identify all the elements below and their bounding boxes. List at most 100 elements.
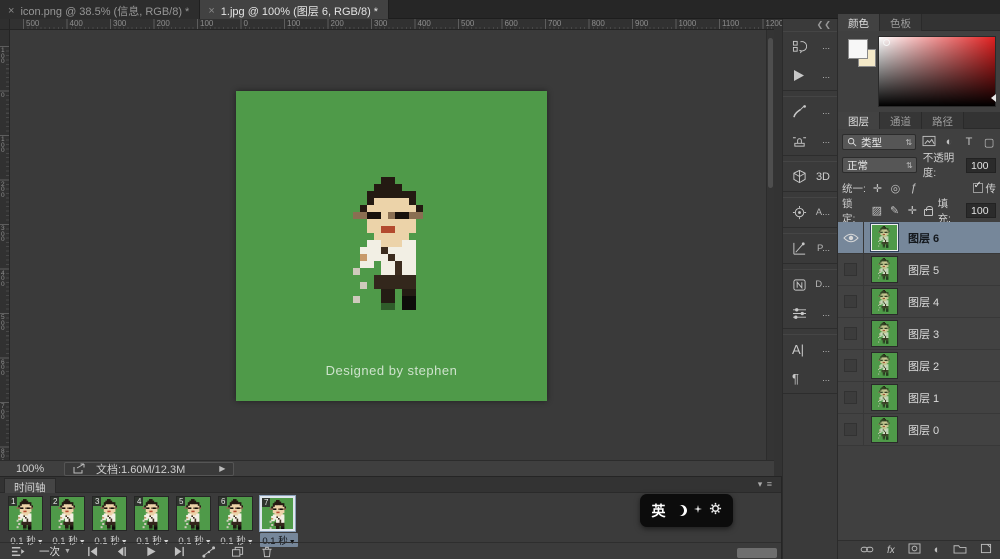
layer-row-图层 5[interactable]: 图层 5 (838, 254, 1000, 286)
timeline-frame-5[interactable]: 50.1 秒▼ (176, 496, 214, 547)
dock-item-history[interactable]: ... (783, 32, 837, 61)
new-group-icon[interactable] (953, 541, 967, 559)
layer-thumbnail[interactable] (871, 416, 898, 443)
sparkle-icon[interactable] (694, 505, 702, 517)
layer-thumbnail[interactable] (871, 352, 898, 379)
layer-name[interactable]: 图层 2 (908, 358, 939, 374)
dock-item-character[interactable]: A| ... (783, 335, 837, 364)
adjustment-layer-icon[interactable]: ◐ (934, 544, 941, 556)
dock-item-clone-source[interactable]: ... (783, 126, 837, 155)
layer-name[interactable]: 图层 1 (908, 390, 939, 406)
visibility-toggle[interactable] (838, 318, 864, 349)
dock-item-paths[interactable]: P... (783, 234, 837, 263)
unify-style-icon[interactable]: ƒ (907, 182, 920, 194)
visibility-toggle[interactable] (838, 350, 864, 381)
first-frame-button[interactable] (82, 546, 104, 557)
tab-1-jpg[interactable]: × 1.jpg @ 100% (图层 6, RGB/8) * (200, 0, 389, 19)
ime-language-indicator[interactable]: 英 (652, 501, 666, 521)
foreground-color-swatch[interactable] (848, 39, 868, 59)
layer-name[interactable]: 图层 6 (908, 230, 939, 246)
layer-name[interactable]: 图层 3 (908, 326, 939, 342)
dock-item-notes[interactable]: D... (783, 270, 837, 299)
timeline-frame-2[interactable]: 20.1 秒▼ (50, 496, 88, 547)
layer-mask-icon[interactable] (908, 541, 921, 559)
filter-pixel-layers-icon[interactable] (922, 135, 936, 150)
tab-channels[interactable]: 通道 (880, 112, 922, 129)
frame-thumbnail[interactable]: 4 (134, 496, 169, 531)
layer-thumbnail[interactable] (871, 320, 898, 347)
visibility-toggle[interactable] (838, 222, 864, 253)
frame-thumbnail[interactable]: 5 (176, 496, 211, 531)
filter-shape-layers-icon[interactable]: ▢ (982, 136, 996, 149)
dock-item-sliders[interactable]: ... (783, 299, 837, 328)
canvas-image[interactable]: Designed by stephen (236, 91, 547, 401)
document-info[interactable]: 文档:1.60M/12.3M ▶ (64, 462, 234, 476)
layer-row-图层 3[interactable]: 图层 3 (838, 318, 1000, 350)
layer-row-图层 6[interactable]: 图层 6 (838, 222, 1000, 254)
filter-type-layers-icon[interactable]: T (962, 136, 976, 148)
zoom-level-field[interactable]: 100% (16, 463, 58, 475)
status-arrow-icon[interactable]: ▶ (219, 464, 225, 473)
timeline-frame-1[interactable]: 10.1 秒▼ (8, 496, 46, 547)
frame-thumbnail[interactable]: 2 (50, 496, 85, 531)
moon-icon[interactable] (673, 505, 684, 516)
layer-thumbnail[interactable] (871, 256, 898, 283)
dock-item-adjustments[interactable]: A... (783, 198, 837, 227)
opacity-field[interactable]: 100 (966, 158, 996, 173)
tab-paths[interactable]: 路径 (922, 112, 964, 129)
frame-thumbnail[interactable]: 1 (8, 496, 43, 531)
color-field[interactable] (878, 36, 996, 107)
frame-thumbnail[interactable]: 6 (218, 496, 253, 531)
visibility-toggle[interactable] (838, 254, 864, 285)
collapse-dock-icon[interactable]: ❮❮ (783, 19, 837, 31)
timeline-frame-3[interactable]: 30.1 秒▼ (92, 496, 130, 547)
frame-thumbnail[interactable]: 7 (260, 496, 295, 531)
new-layer-icon[interactable] (980, 541, 992, 559)
tab-icon-png[interactable]: × icon.png @ 38.5% (信息, RGB/8) * (0, 0, 200, 19)
canvas-viewport[interactable]: Designed by stephen (10, 30, 766, 460)
play-button[interactable] (140, 546, 162, 557)
unify-visibility-icon[interactable]: ◎ (889, 182, 902, 195)
timeline-frame-7[interactable]: 70.1 秒▼ (260, 496, 298, 547)
layer-style-icon[interactable]: fx (887, 545, 895, 556)
tab-layers[interactable]: 图层 (838, 112, 880, 129)
scrollbar-thumb[interactable] (768, 38, 773, 188)
dock-item-paragraph[interactable]: ¶ ... (783, 364, 837, 393)
lock-transparency-icon[interactable]: ▨ (870, 204, 883, 217)
layer-row-图层 0[interactable]: 图层 0 (838, 414, 1000, 446)
tab-timeline[interactable]: 时间轴 (4, 478, 56, 493)
dock-item-brush-settings[interactable]: ... (783, 97, 837, 126)
filter-adjustment-layers-icon[interactable]: ◐ (942, 136, 956, 148)
duplicate-frame-button[interactable] (227, 546, 249, 558)
previous-frame-button[interactable] (111, 546, 133, 557)
layer-row-图层 2[interactable]: 图层 2 (838, 350, 1000, 382)
layer-thumbnail[interactable] (871, 288, 898, 315)
lock-pixels-icon[interactable]: ✎ (888, 204, 901, 217)
color-slider-marker[interactable] (991, 94, 996, 102)
delete-frame-button[interactable] (256, 546, 278, 558)
layer-row-图层 4[interactable]: 图层 4 (838, 286, 1000, 318)
blend-mode-dropdown[interactable]: 正常 ⇅ (842, 157, 917, 173)
frame-thumbnail[interactable]: 3 (92, 496, 127, 531)
layer-name[interactable]: 图层 5 (908, 262, 939, 278)
next-frame-button[interactable] (169, 546, 191, 557)
unify-position-icon[interactable]: ✛ (871, 182, 884, 195)
visibility-toggle[interactable] (838, 382, 864, 413)
close-icon[interactable]: × (8, 5, 14, 17)
tab-swatches[interactable]: 色板 (880, 14, 922, 31)
propagate-checkbox[interactable]: 传 (973, 181, 997, 196)
tween-frames-button[interactable] (198, 546, 220, 558)
lock-position-icon[interactable]: ✛ (906, 204, 919, 217)
link-layers-icon[interactable] (860, 541, 874, 559)
layer-name[interactable]: 图层 4 (908, 294, 939, 310)
convert-to-video-timeline-button[interactable] (6, 545, 28, 558)
lock-all-icon[interactable] (924, 209, 933, 216)
dock-item-3d[interactable]: 3D (783, 162, 837, 191)
panel-menu-icon[interactable]: ▾ ≡ (758, 479, 773, 490)
color-cursor[interactable] (883, 39, 890, 46)
visibility-toggle[interactable] (838, 414, 864, 445)
dock-item-actions[interactable]: ... (783, 61, 837, 90)
layer-name[interactable]: 图层 0 (908, 422, 939, 438)
visibility-toggle[interactable] (838, 286, 864, 317)
filter-kind-dropdown[interactable]: 类型 ⇅ (842, 134, 916, 150)
